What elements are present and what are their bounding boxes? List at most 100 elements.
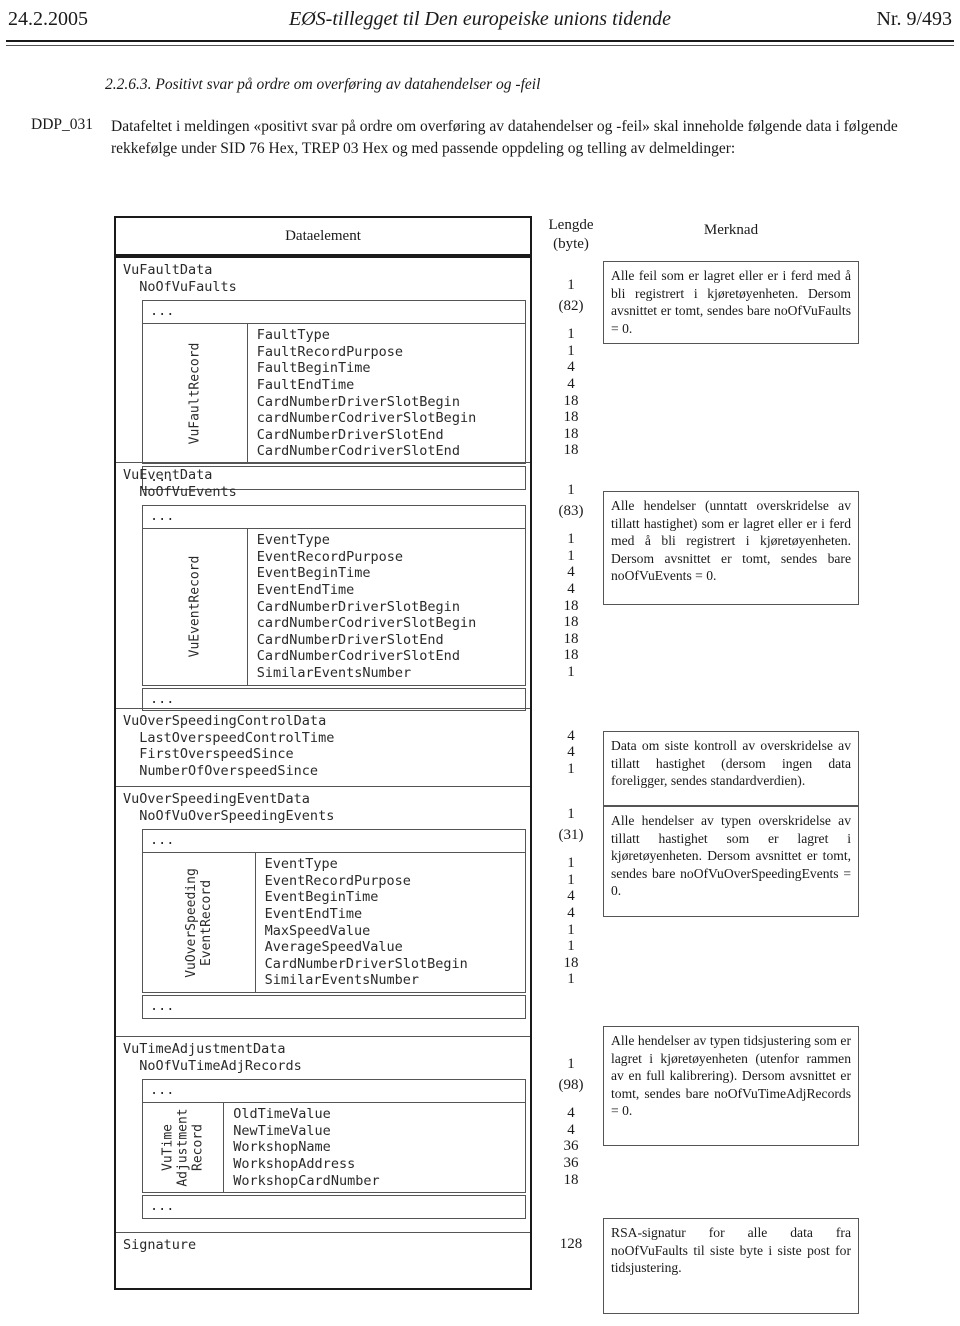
ellipsis-label: ...	[150, 690, 175, 707]
data-group-vuoverspeedingeventdata: VuOverSpeedingEventData NoOfVuOverSpeedi…	[116, 787, 530, 1037]
length-value: 1	[567, 938, 575, 955]
record-label-rotated: VuOverSpeeding EventRecord	[184, 868, 214, 978]
data-group-title: Signature	[123, 1237, 197, 1253]
data-group-signature: Signature	[116, 1233, 530, 1290]
record-field: CardNumberDriverSlotBegin	[264, 955, 468, 972]
column-header-length-line2: (byte)	[553, 236, 589, 252]
column-header-length-line1: Lengde	[548, 217, 594, 233]
section-title: Positivt svar på ordre om overføring av …	[155, 76, 541, 93]
record-field: WorkshopAddress	[233, 1155, 356, 1172]
data-group-title: VuEventData	[123, 467, 213, 483]
data-group-vufaultdata: VuFaultData NoOfVuFaults... VuFaultRecord…	[116, 258, 530, 490]
record-box-vuoverspeedingeventdata: VuOverSpeeding EventRecord EventType EventR…	[142, 852, 526, 993]
record-box-vueventdata: VuEventRecord EventType EventRecordPurpose…	[142, 528, 526, 686]
length-value: 1	[567, 531, 575, 548]
record-field: CardNumberDriverSlotEnd	[256, 631, 444, 648]
record-label-rotated: VuTime Adjustment Record	[161, 1109, 206, 1187]
length-value: 1	[567, 664, 575, 680]
length-value: 4	[567, 888, 575, 905]
record-field: LastOverspeedControlTime	[123, 729, 335, 746]
data-group-title: VuOverSpeedingControlData	[123, 713, 327, 729]
data-group-count-field: NoOfVuFaults	[123, 278, 237, 295]
length-value: (31)	[558, 827, 584, 844]
record-field: FaultBeginTime	[256, 360, 371, 377]
record-field: SimilarEventsNumber	[256, 664, 412, 681]
records-ellipsis-box-trailing: ...	[142, 995, 526, 1019]
length-value: 18	[563, 425, 579, 442]
record-label-cell: VuFaultRecord	[143, 324, 248, 463]
section-number: 2.2.6.3.	[105, 76, 152, 93]
record-label-cell: VuTime Adjustment Record	[143, 1103, 225, 1193]
record-field: NumberOfOverspeedSince	[123, 762, 319, 779]
record-field: FirstOverspeedSince	[123, 746, 294, 763]
length-value: 18	[563, 392, 579, 409]
length-value: 4	[567, 564, 575, 581]
column-header-dataelement-label: Dataelement	[285, 227, 361, 244]
length-value: (98)	[558, 1077, 584, 1094]
record-label-line: VuEventRecord	[187, 555, 203, 658]
record-field: EventRecordPurpose	[264, 872, 411, 889]
column-header-note-label: Merknad	[703, 222, 759, 238]
record-label-line: Record	[190, 1124, 206, 1172]
records-ellipsis-box: ...	[142, 300, 526, 324]
length-value: 1	[567, 1055, 575, 1072]
record-field: EventType	[264, 856, 338, 873]
ellipsis-label: ...	[150, 1198, 175, 1215]
record-field: cardNumberCodriverSlotBegin	[256, 615, 477, 632]
length-value: 4	[567, 359, 575, 376]
note-vueventdata: Alle hendelser (unntatt overskridelse av…	[603, 491, 859, 605]
length-value: 4	[567, 744, 575, 761]
records-ellipsis-box-trailing: ...	[142, 1195, 526, 1219]
record-field: EventRecordPurpose	[256, 548, 404, 565]
length-value: (82)	[558, 298, 584, 315]
length-value: 1	[567, 547, 575, 564]
ellipsis-label: ...	[150, 508, 175, 525]
record-label-cell: VuEventRecord	[143, 529, 248, 685]
length-value: 18	[563, 409, 579, 426]
records-ellipsis-box: ...	[142, 1079, 526, 1103]
record-field: FaultEndTime	[256, 376, 355, 393]
column-header-dataelement: Dataelement	[114, 216, 532, 256]
length-value: 4	[567, 727, 575, 744]
record-field: OldTimeValue	[233, 1106, 331, 1123]
record-field: EventType	[256, 532, 330, 549]
record-field-list: FaultType FaultRecordPurpose FaultBeginTim…	[248, 324, 525, 463]
record-field: EventEndTime	[264, 905, 363, 922]
running-head: 24.2.2005 EØS-tillegget til Den europeis…	[0, 8, 960, 34]
record-field: AverageSpeedValue	[264, 939, 403, 956]
column-header-note: Merknad	[603, 222, 859, 239]
record-field: SimilarEventsNumber	[264, 972, 420, 989]
record-field: NewTimeValue	[233, 1122, 331, 1139]
length-value: 4	[567, 1105, 575, 1122]
length-value: 1	[567, 760, 575, 777]
data-group-title: VuFaultData	[123, 262, 213, 278]
length-value: 18	[563, 1171, 579, 1188]
record-field: CardNumberDriverSlotBegin	[256, 393, 460, 410]
ellipsis-label: ...	[150, 998, 175, 1014]
record-field-list: EventType EventRecordPurpose EventBeginTim…	[256, 853, 525, 992]
length-value: 4	[567, 376, 575, 392]
length-value: 1	[567, 276, 575, 293]
data-group-vuoverspeedingcontroldata: VuOverSpeedingControlData LastOverspeedC…	[116, 709, 530, 787]
records-ellipsis-box: ...	[142, 505, 526, 529]
length-value: 1	[567, 481, 575, 498]
length-value: 1	[567, 342, 575, 359]
requirement-id: DDP_031	[31, 116, 94, 133]
record-field: cardNumberCodriverSlotBegin	[256, 410, 477, 427]
length-value: 18	[563, 442, 579, 459]
record-field: FaultType	[256, 327, 330, 344]
record-label-line: VuFaultRecord	[187, 342, 203, 445]
record-label-rotated: VuFaultRecord	[187, 343, 202, 445]
note-signature: RSA-signatur for alle data fra noOfVuFau…	[603, 1218, 859, 1314]
record-field-list: OldTimeValue NewTimeValue WorkshopName Work…	[224, 1103, 525, 1192]
length-value: 1	[567, 871, 575, 888]
length-value: 1	[567, 805, 575, 822]
note-vutimeadjustmentdata: Alle hendelser av typen tidsjustering so…	[603, 1026, 859, 1146]
record-field: CardNumberDriverSlotBegin	[256, 598, 460, 615]
record-box-vufaultdata: VuFaultRecord FaultType FaultRecordPurpose…	[142, 323, 526, 464]
data-group-vutimeadjustmentdata: VuTimeAdjustmentData NoOfVuTimeAdjRecord…	[116, 1037, 530, 1233]
record-box-vutimeadjustmentdata: VuTime Adjustment Record OldTimeValue NewTim…	[142, 1102, 526, 1194]
ellipsis-label: ...	[150, 1082, 175, 1099]
data-group-title: VuOverSpeedingEventData	[123, 791, 310, 807]
data-group-title: VuTimeAdjustmentData	[123, 1041, 286, 1057]
